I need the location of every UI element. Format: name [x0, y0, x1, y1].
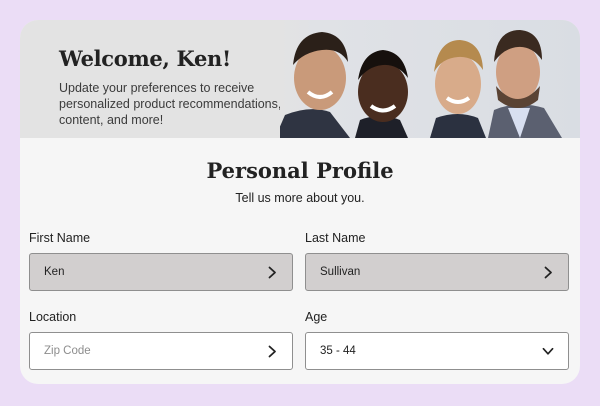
last-name-field[interactable]: Sullivan [305, 253, 569, 291]
profile-title: Personal Profile [206, 158, 394, 183]
last-name-value: Sullivan [320, 266, 361, 278]
last-name-label: Last Name [305, 231, 366, 245]
zip-code-placeholder: Zip Code [44, 345, 91, 357]
banner-photo [280, 20, 580, 138]
age-select[interactable]: 35 - 44 [305, 332, 569, 370]
welcome-subtitle: Update your preferences to receive perso… [59, 81, 282, 127]
age-label: Age [305, 310, 328, 324]
location-label: Location [29, 310, 77, 324]
first-name-value: Ken [44, 266, 65, 278]
profile-card: Welcome, Ken! Update your preferences to… [20, 20, 580, 384]
first-name-field[interactable]: Ken [29, 253, 293, 291]
first-name-label: First Name [29, 231, 91, 245]
chevron-right-icon [266, 345, 278, 357]
zip-code-field[interactable]: Zip Code [29, 332, 293, 370]
profile-subtitle: Tell us more about you. [235, 191, 365, 205]
chevron-down-icon [542, 345, 554, 357]
welcome-title: Welcome, Ken! [59, 46, 231, 71]
welcome-banner: Welcome, Ken! Update your preferences to… [20, 20, 580, 138]
age-value: 35 - 44 [320, 345, 356, 357]
chevron-right-icon [266, 266, 278, 278]
chevron-right-icon [542, 266, 554, 278]
